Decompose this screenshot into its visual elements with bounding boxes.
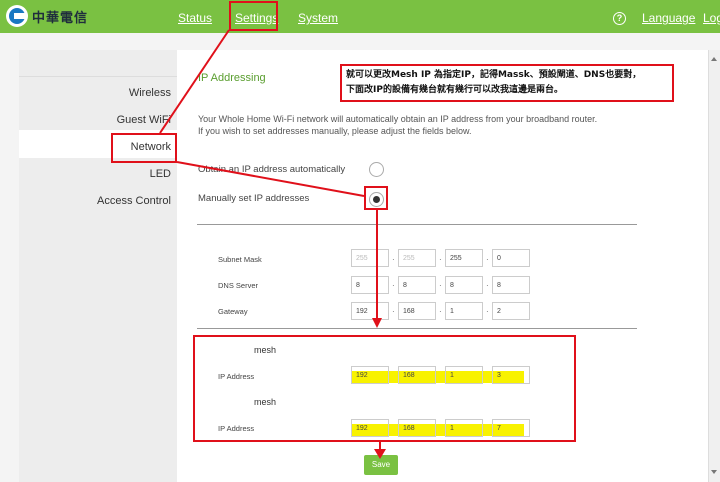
save-button[interactable]: Save bbox=[364, 455, 398, 475]
divider bbox=[197, 328, 637, 329]
octet-separator: · bbox=[439, 255, 442, 264]
annotation-box-mesh bbox=[193, 335, 576, 442]
scrollbar[interactable] bbox=[708, 50, 720, 482]
sidebar: Wireless Guest WiFi Network LED Access C… bbox=[19, 50, 177, 482]
annotation-box-radio bbox=[364, 186, 388, 210]
subnet-octet-4[interactable]: 0 bbox=[492, 249, 530, 267]
annotation-note: 就可以更改Mesh IP 為指定IP，記得Massk、預設閘道、DNS也要對， … bbox=[340, 64, 674, 102]
cht-logo-icon bbox=[6, 5, 28, 27]
tab-status[interactable]: Status bbox=[178, 11, 212, 25]
radio-auto[interactable] bbox=[369, 162, 384, 177]
divider bbox=[197, 224, 637, 225]
subnet-mask-label: Subnet Mask bbox=[218, 255, 262, 264]
annotation-box-settings bbox=[229, 1, 278, 31]
logout-link[interactable]: Log bbox=[703, 11, 720, 25]
subnet-octet-1[interactable]: 255 bbox=[351, 249, 389, 267]
description-line-1: Your Whole Home Wi-Fi network will autom… bbox=[198, 114, 598, 124]
octet-separator: · bbox=[392, 281, 395, 290]
sidebar-item-led[interactable]: LED bbox=[150, 168, 171, 180]
dns-octet-3[interactable]: 8 bbox=[445, 276, 483, 294]
description-line-2: If you wish to set addresses manually, p… bbox=[198, 126, 472, 136]
sidebar-item-wireless[interactable]: Wireless bbox=[129, 87, 171, 99]
annotation-line-2: 下面改IP的設備有幾台就有幾行可以改我這邊是兩台。 bbox=[346, 85, 563, 95]
gateway-octet-4[interactable]: 2 bbox=[492, 302, 530, 320]
annotation-box-network bbox=[111, 133, 177, 163]
octet-separator: · bbox=[486, 281, 489, 290]
subnet-octet-2[interactable]: 255 bbox=[398, 249, 436, 267]
top-bar: 中華電信 Status Settings System ? Language L… bbox=[0, 0, 720, 33]
sidebar-item-guest-wifi[interactable]: Guest WiFi bbox=[117, 114, 171, 126]
language-link[interactable]: Language bbox=[642, 11, 695, 25]
octet-separator: · bbox=[439, 281, 442, 290]
dns-server-label: DNS Server bbox=[218, 281, 259, 290]
subnet-octet-3[interactable]: 255 bbox=[445, 249, 483, 267]
gateway-octet-3[interactable]: 1 bbox=[445, 302, 483, 320]
octet-separator: · bbox=[486, 307, 489, 316]
octet-separator: · bbox=[486, 255, 489, 264]
tab-system[interactable]: System bbox=[298, 11, 338, 25]
scroll-down-arrow-icon[interactable] bbox=[711, 470, 717, 474]
gateway-label: Gateway bbox=[218, 307, 248, 316]
dns-octet-2[interactable]: 8 bbox=[398, 276, 436, 294]
option-manual-label: Manually set IP addresses bbox=[198, 193, 310, 204]
brand-logo: 中華電信 bbox=[6, 5, 88, 27]
help-icon[interactable]: ? bbox=[613, 12, 626, 25]
octet-separator: · bbox=[392, 255, 395, 264]
octet-separator: · bbox=[439, 307, 442, 316]
page-description: Your Whole Home Wi-Fi network will autom… bbox=[198, 113, 658, 137]
annotation-line-1: 就可以更改Mesh IP 為指定IP，記得Massk、預設閘道、DNS也要對， bbox=[346, 70, 642, 80]
dns-octet-1[interactable]: 8 bbox=[351, 276, 389, 294]
sidebar-item-access-control[interactable]: Access Control bbox=[97, 195, 171, 207]
option-auto-label: Obtain an IP address automatically bbox=[198, 164, 346, 175]
dns-octet-4[interactable]: 8 bbox=[492, 276, 530, 294]
brand-name: 中華電信 bbox=[32, 10, 89, 26]
scroll-up-arrow-icon[interactable] bbox=[711, 57, 717, 61]
page-title: IP Addressing bbox=[198, 72, 266, 84]
gateway-octet-2[interactable]: 168 bbox=[398, 302, 436, 320]
octet-separator: · bbox=[392, 307, 395, 316]
gateway-octet-1[interactable]: 192 bbox=[351, 302, 389, 320]
sidebar-spacer bbox=[19, 50, 177, 77]
